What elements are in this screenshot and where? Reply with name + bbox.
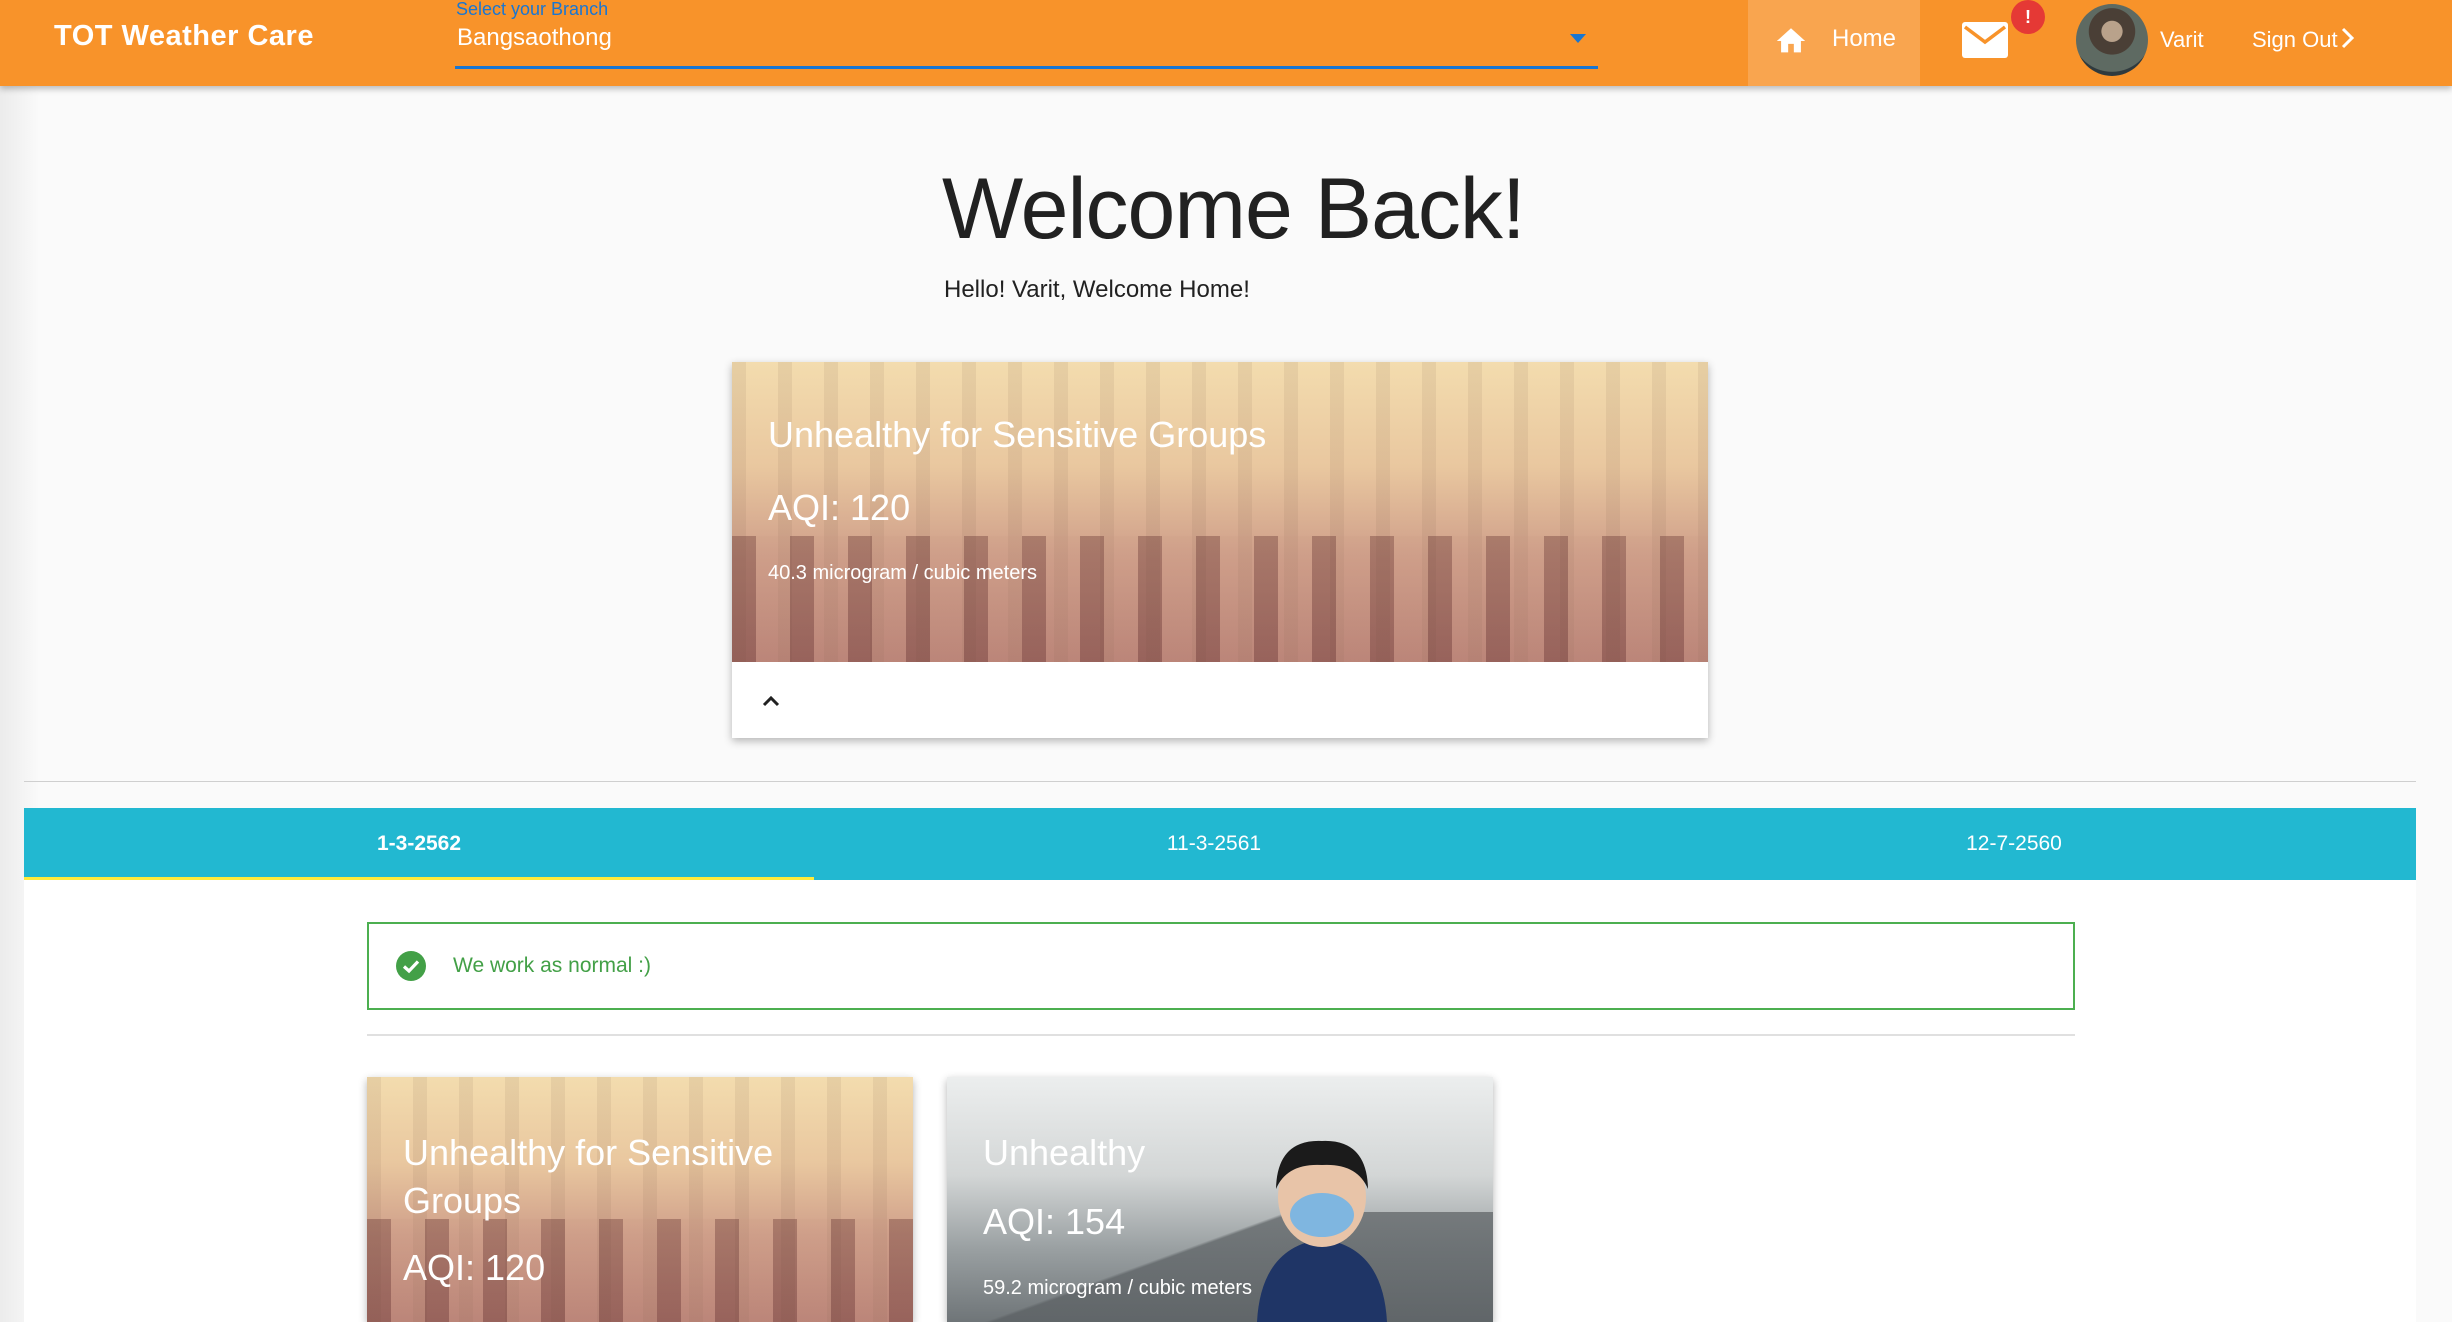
status-alert: We work as normal :) (367, 922, 2075, 1010)
app-title[interactable]: TOT Weather Care (54, 20, 314, 53)
page-title: Welcome Back! (942, 161, 1526, 257)
home-icon (1776, 28, 1806, 53)
branch-select-value[interactable]: Bangsaothong (457, 24, 612, 52)
user-name[interactable]: Varit (2160, 27, 2204, 53)
aqi-value: AQI: 120 (768, 487, 911, 528)
history-aqi-card[interactable]: Unhealthy AQI: 154 59.2 microgram / cubi… (947, 1077, 1493, 1322)
notification-badge: ! (2011, 0, 2045, 34)
history-aqi-card[interactable]: Unhealthy for Sensitive Groups AQI: 120 (367, 1077, 913, 1322)
divider (367, 1034, 2075, 1036)
mail-icon[interactable] (1960, 18, 2010, 62)
home-nav-label: Home (1832, 25, 1897, 52)
date-tabs: 1-3-2562 11-3-2561 12-7-2560 (24, 808, 2416, 880)
chevron-up-icon[interactable] (760, 690, 782, 712)
home-nav-button[interactable]: Home (1748, 0, 1920, 86)
tab-12-7-2560[interactable]: 12-7-2560 (1614, 808, 2414, 880)
dropdown-arrow-icon[interactable] (1570, 34, 1586, 43)
aqi-level-label: Unhealthy (983, 1132, 1146, 1173)
aqi-value: AQI: 120 (403, 1247, 546, 1288)
status-text: We work as normal :) (453, 954, 651, 977)
aqi-value: AQI: 154 (983, 1201, 1126, 1242)
tab-11-3-2561[interactable]: 11-3-2561 (814, 808, 1614, 880)
aqi-level-label: Unhealthy for Sensitive Groups (768, 414, 1267, 455)
sign-out-button[interactable]: Sign Out (2252, 27, 2338, 53)
chevron-right-icon[interactable] (2338, 25, 2358, 51)
tab-1-3-2562[interactable]: 1-3-2562 (24, 808, 814, 880)
divider (24, 781, 2416, 782)
current-aqi-card: Unhealthy for Sensitive Groups AQI: 120 … (732, 362, 1708, 738)
pm-concentration: 59.2 microgram / cubic meters (983, 1277, 1252, 1299)
app-bar: TOT Weather Care Select your Branch Bang… (0, 0, 2452, 86)
branch-select[interactable]: Select your Branch Bangsaothong (455, 0, 1598, 69)
welcome-subtitle: Hello! Varit, Welcome Home! (944, 276, 1250, 303)
pm-concentration: 40.3 microgram / cubic meters (768, 562, 1037, 584)
avatar[interactable] (2076, 4, 2148, 76)
branch-select-label: Select your Branch (456, 0, 609, 19)
aqi-level-label: Unhealthy for Sensitive Groups (403, 1132, 774, 1221)
check-circle-icon (396, 951, 426, 981)
